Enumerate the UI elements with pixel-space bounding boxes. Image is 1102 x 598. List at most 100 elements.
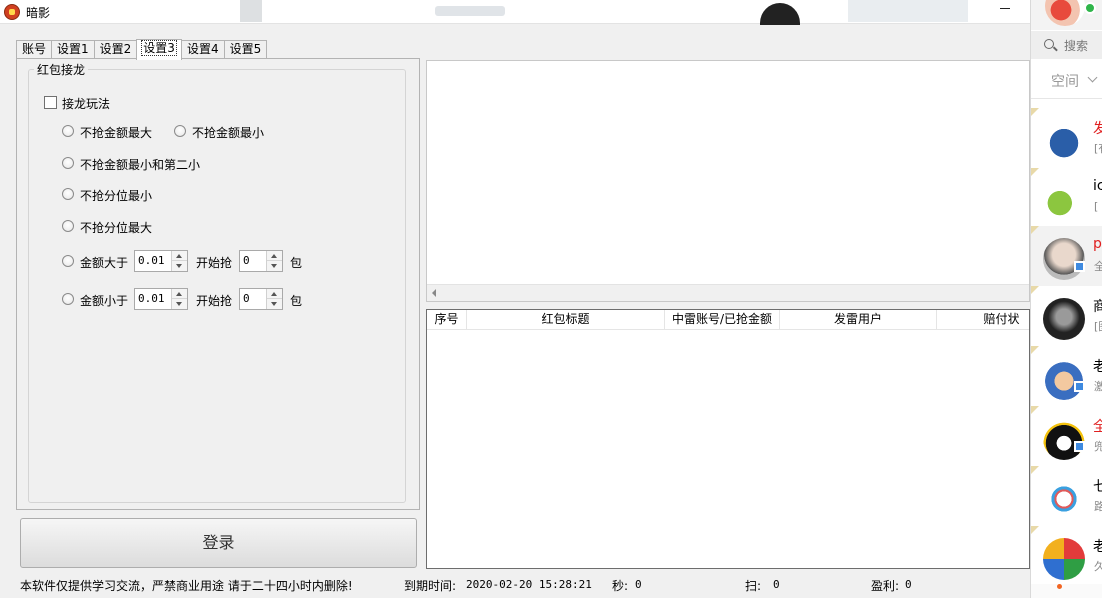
contact-item[interactable]: 全 兜 bbox=[1031, 406, 1102, 466]
tab-settings-1[interactable]: 设置1 bbox=[51, 40, 95, 59]
expire-value: 2020-02-20 15:28:21 bbox=[466, 578, 592, 591]
tab-settings-5[interactable]: 设置5 bbox=[223, 40, 268, 59]
amount-less-stepper[interactable]: 0.01 bbox=[134, 288, 188, 310]
col-header-payout[interactable]: 赔付状 bbox=[937, 310, 1029, 330]
side-search-box[interactable]: 搜索 bbox=[1031, 31, 1102, 59]
col-header-index[interactable]: 序号 bbox=[427, 310, 467, 330]
amount-less-label: 金额小于 bbox=[80, 294, 129, 308]
profit-label: 盈利: bbox=[871, 579, 900, 593]
packet-unit-label: 包 bbox=[290, 256, 303, 270]
divider bbox=[1031, 98, 1102, 99]
online-status-icon bbox=[1084, 2, 1096, 14]
pin-corner-icon bbox=[1031, 108, 1039, 116]
stepper-down-icon[interactable] bbox=[172, 299, 187, 309]
contact-item[interactable]: 七 路 bbox=[1031, 466, 1102, 526]
contact-item[interactable]: 商 [图 bbox=[1031, 286, 1102, 346]
main-window: 暗影 账号 设置1 设置2 设置3 设置4 设置5 红包接龙 接龙玩法 不抢金额… bbox=[0, 0, 1030, 598]
contact-avatar bbox=[1043, 478, 1085, 520]
profit-value: 0 bbox=[905, 578, 912, 591]
title-bar: 暗影 bbox=[0, 0, 1030, 25]
contact-item[interactable]: 老 激 bbox=[1031, 346, 1102, 406]
contact-message: 全 bbox=[1094, 258, 1102, 274]
contact-item[interactable]: p 全 bbox=[1031, 226, 1102, 286]
radio-not-min[interactable] bbox=[174, 125, 186, 137]
seconds-value: 0 bbox=[635, 578, 642, 591]
stepper-down-icon[interactable] bbox=[267, 299, 282, 309]
col-header-sender[interactable]: 发雷用户 bbox=[780, 310, 937, 330]
pin-corner-icon bbox=[1031, 226, 1039, 234]
background-blur bbox=[240, 0, 262, 22]
amount-greater-value: 0.01 bbox=[138, 254, 165, 267]
tab-settings-2[interactable]: 设置2 bbox=[93, 40, 138, 59]
contact-item[interactable]: 发 [有 bbox=[1031, 108, 1102, 168]
seconds-label: 秒: bbox=[612, 579, 629, 593]
stepper-up-icon[interactable] bbox=[172, 251, 187, 261]
contact-item[interactable]: ic [ bbox=[1031, 168, 1102, 228]
group-badge-icon bbox=[1074, 261, 1085, 272]
group-title: 红包接龙 bbox=[34, 61, 89, 78]
radio-not-max[interactable] bbox=[62, 125, 74, 137]
amount-greater-label: 金额大于 bbox=[80, 256, 129, 270]
search-icon bbox=[1044, 39, 1054, 49]
contact-message: [ bbox=[1094, 200, 1099, 213]
col-header-title[interactable]: 红包标题 bbox=[467, 310, 665, 330]
radio-not-cent-max-label: 不抢分位最大 bbox=[80, 221, 153, 235]
radio-not-min-second-label: 不抢金额最小和第二小 bbox=[80, 158, 201, 172]
scroll-left-icon[interactable] bbox=[432, 289, 436, 297]
contact-message: [图 bbox=[1094, 320, 1102, 333]
stepper-up-icon[interactable] bbox=[267, 289, 282, 299]
contact-name: 老 bbox=[1093, 536, 1102, 556]
start-grab-label: 开始抢 bbox=[196, 294, 233, 308]
background-blur bbox=[760, 3, 800, 25]
contact-name: 发 bbox=[1093, 118, 1102, 138]
radio-not-cent-min[interactable] bbox=[62, 188, 74, 200]
radio-not-min-second[interactable] bbox=[62, 157, 74, 169]
side-header bbox=[1031, 0, 1102, 30]
radio-amount-less[interactable] bbox=[62, 293, 74, 305]
status-bar: 本软件仅提供学习交流，严禁商业用途 请于二十四小时内删除! 到期时间: 2020… bbox=[0, 572, 1030, 598]
horizontal-scrollbar[interactable] bbox=[427, 284, 1029, 301]
greater-count-stepper[interactable]: 0 bbox=[239, 250, 283, 272]
pin-corner-icon bbox=[1031, 168, 1039, 176]
contact-message: 兜 bbox=[1094, 438, 1102, 454]
pin-corner-icon bbox=[1031, 346, 1039, 354]
settings-tabs: 账号 设置1 设置2 设置3 设置4 设置5 bbox=[16, 39, 268, 60]
chain-play-label: 接龙玩法 bbox=[62, 97, 111, 111]
pin-corner-icon bbox=[1031, 406, 1039, 414]
search-placeholder: 搜索 bbox=[1064, 39, 1089, 53]
chevron-down-icon[interactable] bbox=[1087, 72, 1098, 83]
col-header-hit-account[interactable]: 中雷账号/已抢金额 bbox=[665, 310, 780, 330]
chain-play-checkbox[interactable] bbox=[44, 96, 57, 109]
login-button[interactable]: 登录 bbox=[20, 518, 417, 568]
pin-corner-icon bbox=[1031, 526, 1039, 534]
space-tab[interactable]: 空间 bbox=[1051, 71, 1079, 91]
stepper-up-icon[interactable] bbox=[267, 251, 282, 261]
contact-name: 七 bbox=[1093, 476, 1102, 496]
notification-dot-icon bbox=[1057, 584, 1062, 589]
tab-settings-4[interactable]: 设置4 bbox=[180, 40, 225, 59]
tab-account[interactable]: 账号 bbox=[16, 40, 53, 59]
results-table[interactable]: 序号 红包标题 中雷账号/已抢金额 发雷用户 赔付状 bbox=[426, 309, 1030, 569]
amount-less-value: 0.01 bbox=[138, 292, 165, 305]
contact-name: ic bbox=[1093, 178, 1102, 194]
stepper-down-icon[interactable] bbox=[267, 261, 282, 271]
avatar[interactable] bbox=[1045, 0, 1085, 26]
pin-corner-icon bbox=[1031, 286, 1039, 294]
group-badge-icon bbox=[1074, 381, 1085, 392]
tab-settings-3[interactable]: 设置3 bbox=[136, 39, 182, 60]
less-count-stepper[interactable]: 0 bbox=[239, 288, 283, 310]
stepper-down-icon[interactable] bbox=[172, 261, 187, 271]
radio-amount-greater[interactable] bbox=[62, 255, 74, 267]
radio-not-min-label: 不抢金额最小 bbox=[192, 126, 265, 140]
radio-not-cent-min-label: 不抢分位最小 bbox=[80, 189, 153, 203]
log-pane[interactable] bbox=[426, 60, 1030, 302]
table-header: 序号 红包标题 中雷账号/已抢金额 发雷用户 赔付状 bbox=[427, 310, 1029, 330]
side-footer bbox=[1031, 584, 1102, 598]
contact-item[interactable]: 老 久 bbox=[1031, 526, 1102, 586]
minimize-button[interactable] bbox=[990, 2, 1020, 20]
stepper-up-icon[interactable] bbox=[172, 289, 187, 299]
radio-not-cent-max[interactable] bbox=[62, 220, 74, 232]
amount-greater-stepper[interactable]: 0.01 bbox=[134, 250, 188, 272]
contact-name: p bbox=[1093, 236, 1102, 252]
android-logo-icon bbox=[1043, 180, 1085, 222]
